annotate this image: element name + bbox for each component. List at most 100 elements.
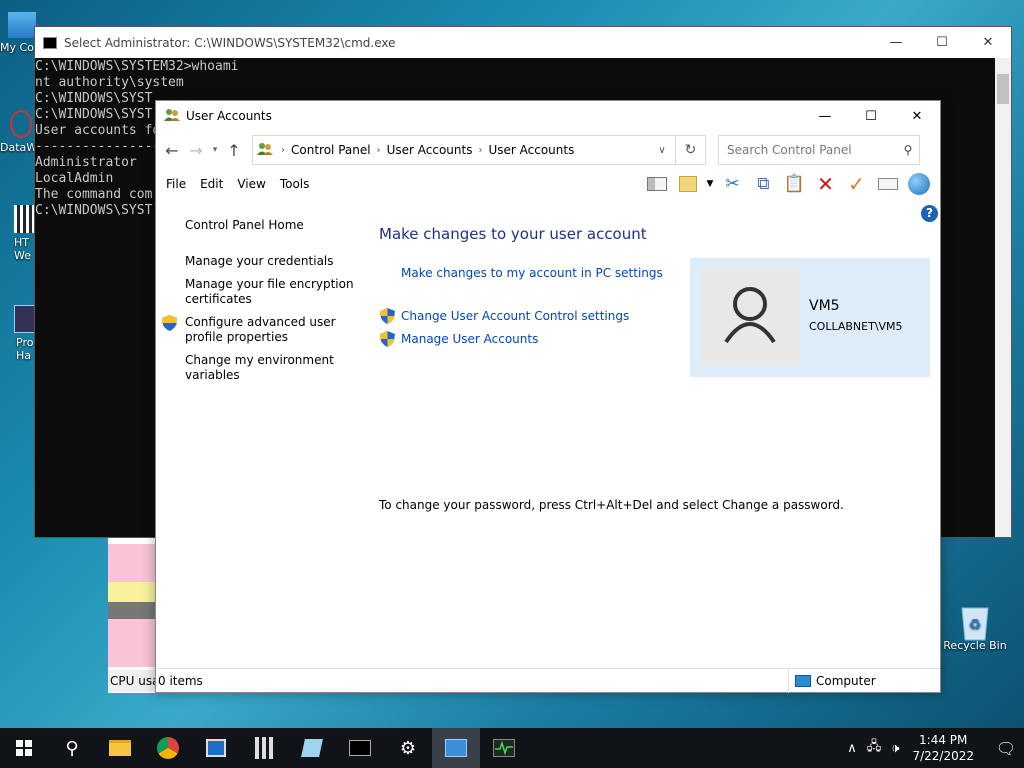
monitor-icon [8,12,36,38]
desktop-icon-label: DataW [0,141,38,154]
control-panel-taskbar-icon[interactable] [432,728,480,768]
forward-arrow-icon[interactable]: → [184,141,208,160]
notepad-icon[interactable] [288,728,336,768]
desktop-icon-label: Recycle Bin [943,639,1007,652]
start-button[interactable] [0,728,48,768]
address-bar[interactable]: › Control Panel › User Accounts › User A… [252,135,676,165]
desktop-icon-recycle-bin[interactable]: ♻ Recycle Bin [940,602,1010,652]
side-link-manage-credentials[interactable]: Manage your credentials [185,254,355,269]
minimize-icon[interactable]: — [802,101,848,132]
rename-icon[interactable] [872,172,903,196]
users-icon [164,108,180,125]
status-computer: Computer [788,668,940,693]
volume-icon[interactable]: 🕩 [891,741,899,756]
delete-icon[interactable]: ✕ [810,172,841,196]
svg-text:♻: ♻ [969,617,982,633]
network-icon[interactable]: 🖧 [867,737,882,759]
cmd-line: C:\WINDOWS\SYSTEM32>whoami [35,59,239,74]
graph-strip [108,619,156,667]
link-pc-settings[interactable]: Make changes to my account in PC setting… [401,266,663,280]
clock-date: 7/22/2022 [912,749,974,763]
recycle-bin-icon: ♻ [958,602,992,641]
checkmark-icon[interactable]: ✓ [841,172,872,196]
chevron-right-icon[interactable]: › [377,145,381,156]
user-domain: COLLABNET\VM5 [809,320,903,333]
breadcrumb-user-accounts[interactable]: User Accounts [387,143,473,157]
cmd-titlebar[interactable]: Select Administrator: C:\WINDOWS\SYSTEM3… [35,27,1011,58]
status-items: 0 items [158,673,203,688]
chevron-right-icon: › [281,144,285,156]
chevron-right-icon[interactable]: › [478,145,482,156]
menu-edit[interactable]: Edit [200,177,223,191]
control-panel-icon [257,142,273,159]
globe-icon[interactable] [903,172,934,196]
side-link-environment-variables[interactable]: Change my environment variables [185,353,355,383]
menu-bar: File Edit View Tools ▼ ✂ ⧉ 📋 ✕ ✓ [156,169,940,199]
chevron-down-icon[interactable]: ▼ [703,172,717,196]
breadcrumb-current[interactable]: User Accounts [488,143,574,157]
task-manager-icon[interactable] [480,728,528,768]
toolbar: ▼ ✂ ⧉ 📋 ✕ ✓ [641,172,934,196]
breadcrumb-control-panel[interactable]: Control Panel [291,143,371,157]
search-icon[interactable]: ⚲ [897,143,919,157]
layout-pane-icon[interactable] [641,172,672,196]
chevron-up-icon[interactable]: ∧ [847,741,857,756]
cmd-scrollbar[interactable] [995,58,1011,537]
server-manager-icon[interactable] [192,728,240,768]
up-arrow-icon[interactable]: ↑ [222,141,246,160]
properties-icon[interactable] [672,172,703,196]
side-link-control-panel-home[interactable]: Control Panel Home [185,218,355,233]
ua-title: User Accounts [186,109,272,123]
menu-tools[interactable]: Tools [280,177,310,191]
maximize-icon[interactable]: ☐ [919,27,965,58]
copy-icon[interactable]: ⧉ [748,172,779,196]
page-title: Make changes to your user account [379,225,647,243]
cut-icon[interactable]: ✂ [717,172,748,196]
app-icon [10,110,32,138]
link-uac-settings[interactable]: Change User Account Control settings [401,309,629,323]
cmd-taskbar-icon[interactable] [336,728,384,768]
notification-icon[interactable]: 🗨 [988,728,1024,768]
cpu-usage-label: CPU usa [108,670,156,692]
status-bar: 0 items Computer [156,668,940,693]
side-link-advanced-profile[interactable]: Configure advanced user profile properti… [185,315,355,345]
file-explorer-icon[interactable] [96,728,144,768]
app-icon [14,305,36,333]
user-accounts-window[interactable]: User Accounts — ☐ ✕ ← → ▾ ↑ › Control Pa… [155,100,941,693]
menu-view[interactable]: View [237,177,265,191]
help-icon[interactable]: ? [921,205,938,222]
shield-icon [380,308,395,324]
avatar [700,266,800,366]
close-icon[interactable]: ✕ [965,27,1011,58]
cmd-title: Select Administrator: C:\WINDOWS\SYSTEM3… [64,35,396,50]
refresh-icon[interactable]: ↻ [676,135,706,165]
paste-icon[interactable]: 📋 [779,172,810,196]
back-arrow-icon[interactable]: ← [160,141,184,160]
menu-file[interactable]: File [166,177,186,191]
scrollbar-thumb[interactable] [997,74,1009,104]
shield-icon [162,315,177,331]
shield-icon [380,331,395,347]
minimize-icon[interactable]: — [873,27,919,58]
side-link-file-encryption[interactable]: Manage your file encryption certificates [185,277,355,307]
graph-strip [108,544,156,582]
search-icon[interactable]: ⚲ [48,728,96,768]
search-input[interactable]: Search Control Panel [727,143,897,157]
desktop-icon-label: My Co [0,41,34,54]
app-bars-icon[interactable] [240,728,288,768]
recent-dropdown-icon[interactable]: ▾ [208,145,222,155]
search-box[interactable]: Search Control Panel ⚲ [718,135,920,165]
settings-icon[interactable]: ⚙ [384,728,432,768]
status-computer-label: Computer [816,673,876,688]
graph-strip [108,602,156,619]
chrome-icon[interactable] [144,728,192,768]
user-card: VM5 COLLABNET\VM5 [690,258,930,377]
address-dropdown-icon[interactable]: ∨ [649,145,675,156]
close-icon[interactable]: ✕ [894,101,940,132]
ua-titlebar[interactable]: User Accounts — ☐ ✕ [156,101,940,131]
clock[interactable]: 1:44 PM 7/22/2022 [912,732,974,764]
app-icon [14,205,34,233]
windows-logo-icon [16,740,32,756]
link-manage-user-accounts[interactable]: Manage User Accounts [401,332,538,346]
maximize-icon[interactable]: ☐ [848,101,894,132]
